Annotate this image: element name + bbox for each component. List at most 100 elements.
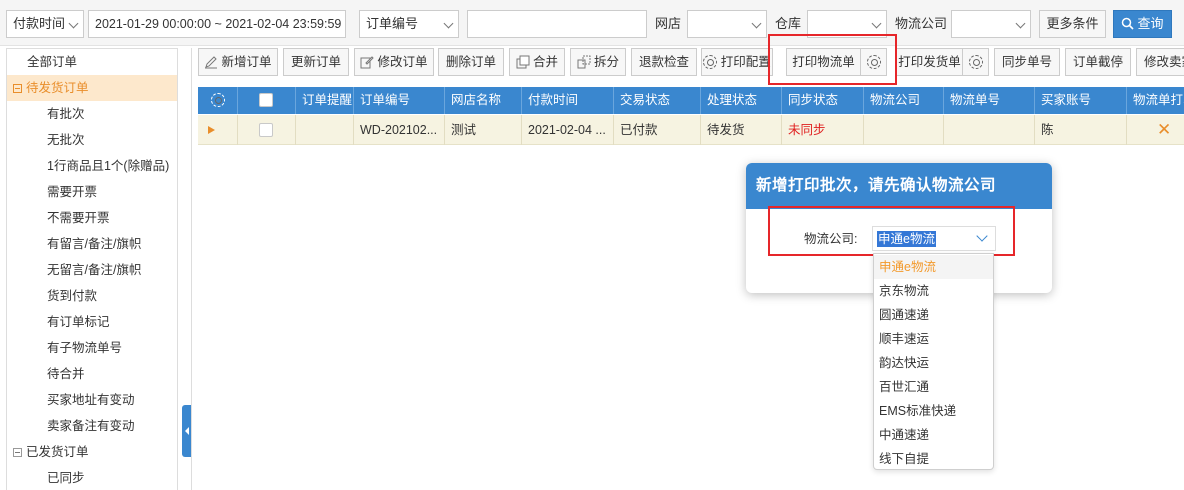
new-order-label: 新增订单 (221, 55, 272, 69)
sidebar-item[interactable]: 货到付款 (7, 283, 177, 309)
dropdown-option[interactable]: 线下自提 (874, 447, 993, 471)
col-header-tracking-no[interactable]: 物流单号 (944, 87, 1035, 114)
pencil-icon (360, 56, 375, 69)
sidebar-item-label: 买家地址有变动 (47, 393, 135, 407)
row-checkbox[interactable] (259, 123, 273, 137)
logistics-dropdown-list: 申通e物流 京东物流 圆通速递 顺丰速运 韵达快运 百世汇通 EMS标准快递 中通速递 线下自提 (873, 253, 994, 470)
sidebar-item-label: 全部订单 (27, 55, 78, 69)
sidebar-item-label: 不需要开票 (47, 211, 110, 225)
chevron-down-icon (443, 18, 454, 29)
print-config-button[interactable]: 打印配置 (701, 48, 773, 76)
col-header-reminder[interactable]: 订单提醒 (296, 87, 354, 114)
sidebar-item[interactable]: 全部订单 (7, 49, 177, 75)
edit-seller-button[interactable]: 修改卖家 (1136, 48, 1184, 76)
table-row[interactable]: WD-202102... 测试 2021-02-04 ... 已付款 待发货 未… (198, 115, 1184, 145)
sidebar-item[interactable]: 待合并 (7, 361, 177, 387)
dropdown-option[interactable]: 韵达快运 (874, 351, 993, 375)
date-range-value: 2021-01-29 00:00:00 ~ 2021-02-04 23:59:5… (95, 17, 342, 31)
col-header-process-status[interactable]: 处理状态 (701, 87, 782, 114)
chevron-down-icon (871, 18, 882, 29)
dropdown-option[interactable]: 中通速递 (874, 423, 993, 447)
sidebar-item[interactable]: 需要开票 (7, 179, 177, 205)
date-range-input[interactable]: 2021-01-29 00:00:00 ~ 2021-02-04 23:59:5… (88, 10, 346, 38)
sidebar-item[interactable]: 卖家备注有变动 (7, 413, 177, 439)
cell-shop: 测试 (445, 115, 522, 145)
search-button-label: 查询 (1137, 16, 1164, 31)
cell-tracking-no (944, 115, 1035, 145)
dropdown-option[interactable]: 顺丰速运 (874, 327, 993, 351)
print-delivery-button[interactable]: 打印发货单 (896, 48, 963, 76)
dropdown-option[interactable]: 百世汇通 (874, 375, 993, 399)
highlight-logistics-field (768, 206, 1015, 256)
sidebar-item-label: 货到付款 (47, 289, 98, 303)
cell-buyer: 陈 (1035, 115, 1127, 145)
row-select-cell (238, 115, 296, 145)
cell-order-no: WD-202102... (354, 115, 445, 145)
grid-settings-cell[interactable] (198, 87, 238, 114)
sidebar-group-item[interactable]: 已发货订单 (7, 439, 177, 465)
gear-icon (968, 55, 983, 69)
collapse-icon[interactable] (13, 448, 22, 458)
more-conditions-button[interactable]: 更多条件 (1039, 10, 1106, 38)
order-value-input[interactable] (467, 10, 647, 38)
chevron-down-icon (751, 18, 762, 29)
col-header-sync-status[interactable]: 同步状态 (782, 87, 864, 114)
dropdown-option[interactable]: 圆通速递 (874, 303, 993, 327)
sidebar-item[interactable]: 不需要开票 (7, 205, 177, 231)
sidebar-item-label: 已同步 (47, 471, 85, 485)
sidebar-item[interactable]: 有订单标记 (7, 309, 177, 335)
col-header-trade-status[interactable]: 交易状态 (614, 87, 701, 114)
sidebar-item-label: 无留言/备注/旗帜 (47, 263, 142, 277)
col-header-shop[interactable]: 网店名称 (445, 87, 522, 114)
sidebar-item-label: 已发货订单 (26, 445, 89, 459)
order-tree-sidebar: 全部订单待发货订单 有批次 无批次 1行商品且1个(除赠品) 需要开票不需要开票有留言/… (6, 48, 178, 490)
sidebar-item[interactable]: 无留言/备注/旗帜 (7, 257, 177, 283)
sidebar-group-item[interactable]: 待发货订单 (7, 75, 177, 101)
sidebar-item[interactable]: 有子物流单号 (7, 335, 177, 361)
order-hold-button[interactable]: 订单截停 (1065, 48, 1131, 76)
sidebar-item[interactable]: 1行商品且1个(除赠品) (7, 153, 177, 179)
shop-select[interactable] (687, 10, 767, 38)
cell-process-status: 待发货 (701, 115, 782, 145)
sidebar-item-label: 需要开票 (47, 185, 98, 199)
update-order-button[interactable]: 更新订单 (283, 48, 349, 76)
sidebar-item[interactable]: 买家地址有变动 (7, 387, 177, 413)
edit-order-button[interactable]: 修改订单 (354, 48, 434, 76)
date-type-value: 付款时间 (13, 16, 66, 31)
sidebar-item[interactable]: 已同步 (7, 465, 177, 490)
sidebar-item[interactable]: 无批次 (7, 127, 177, 153)
dropdown-option[interactable]: EMS标准快递 (874, 399, 993, 423)
col-header-logistics[interactable]: 物流公司 (864, 87, 944, 114)
order-grid-header: 订单提醒 订单编号 网店名称 付款时间 交易状态 处理状态 同步状态 物流公司 … (198, 87, 1184, 114)
col-header-pay-time[interactable]: 付款时间 (522, 87, 614, 114)
cell-trade-status: 已付款 (614, 115, 701, 145)
edit-order-label: 修改订单 (377, 55, 428, 69)
sidebar-item[interactable]: 有留言/备注/旗帜 (7, 231, 177, 257)
shop-label: 网店 (655, 16, 682, 31)
dropdown-option[interactable]: 京东物流 (874, 279, 993, 303)
date-type-select[interactable]: 付款时间 (6, 10, 84, 38)
select-all-checkbox[interactable] (259, 93, 273, 107)
col-header-buyer[interactable]: 买家账号 (1035, 87, 1127, 114)
new-order-button[interactable]: 新增订单 (198, 48, 278, 76)
collapse-icon[interactable] (13, 84, 22, 94)
logistics-select[interactable] (951, 10, 1031, 38)
chevron-down-icon (68, 18, 79, 29)
merge-icon (516, 55, 530, 69)
close-icon: ✕ (1157, 120, 1172, 139)
filter-bar: 付款时间 2021-01-29 00:00:00 ~ 2021-02-04 23… (0, 0, 1184, 46)
cell-pay-time: 2021-02-04 ... (522, 115, 614, 145)
sync-tracking-button[interactable]: 同步单号 (994, 48, 1060, 76)
merge-button[interactable]: 合并 (509, 48, 565, 76)
print-delivery-settings-button[interactable] (962, 48, 989, 76)
dropdown-option[interactable]: 申通e物流 (874, 255, 993, 279)
split-button[interactable]: 拆分 (570, 48, 626, 76)
search-button[interactable]: 查询 (1113, 10, 1172, 38)
refund-check-button[interactable]: 退款检查 (631, 48, 697, 76)
col-header-order-no[interactable]: 订单编号 (354, 87, 445, 114)
print-config-label: 打印配置 (720, 55, 771, 69)
sidebar-item[interactable]: 有批次 (7, 101, 177, 127)
order-field-select[interactable]: 订单编号 (359, 10, 459, 38)
delete-order-button[interactable]: 删除订单 (438, 48, 504, 76)
col-header-print-mark[interactable]: 物流单打印 (1127, 87, 1184, 114)
